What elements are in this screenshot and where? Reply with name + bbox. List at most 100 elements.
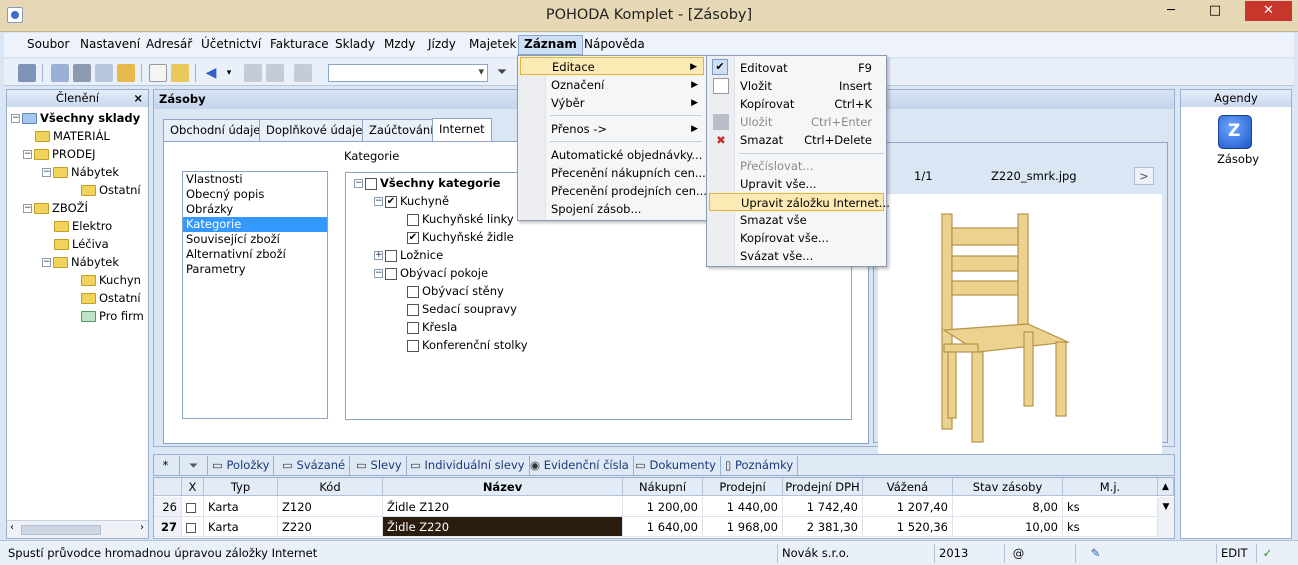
checkbox[interactable] (407, 213, 419, 226)
list-item[interactable]: Související zboží (183, 232, 327, 247)
category-row[interactable]: − ✔ Kuchyně (374, 192, 449, 210)
category-row[interactable]: + Ložnice (374, 246, 443, 264)
menu-napoveda[interactable]: Nápověda (579, 36, 650, 54)
print-icon[interactable] (73, 64, 91, 82)
menu-nastaveni[interactable]: Nastavení (75, 36, 145, 54)
tree-item[interactable]: Ostatní (11, 289, 148, 307)
property-list[interactable]: Vlastnosti Obecný popis Obrázky Kategori… (182, 171, 328, 419)
scroll-up-icon[interactable]: ▲ (1158, 478, 1174, 496)
column-header[interactable]: M.j. (1063, 478, 1158, 496)
list-item[interactable]: Alternativní zboží (183, 247, 327, 262)
filter-icon[interactable]: ⏷ (182, 456, 208, 475)
column-header[interactable]: Stav zásoby (953, 478, 1063, 496)
checkbox[interactable] (365, 177, 377, 190)
tree-item[interactable]: Elektro (11, 217, 148, 235)
vertical-scrollbar[interactable]: ▼ (1158, 497, 1174, 538)
menu-item-smazat-vse[interactable]: Smazat vše (709, 211, 884, 229)
category-row[interactable]: ✔ Kuchyňské židle (407, 228, 514, 246)
tab-evidencni-cisla[interactable]: ◉ Evidenční čísla (528, 456, 634, 475)
filter-icon[interactable]: ⏷ (493, 64, 511, 82)
column-header[interactable]: Kód (278, 478, 383, 496)
tab-internet[interactable]: Internet (432, 118, 492, 142)
tree-item[interactable]: Kuchyn (11, 271, 148, 289)
network-icon[interactable] (51, 64, 69, 82)
tree-item[interactable]: − Všechny sklady (11, 109, 148, 127)
tree-item[interactable]: Léčiva (11, 235, 148, 253)
menu-item-editace[interactable]: Editace ▶ (520, 57, 704, 75)
column-header[interactable]: Vážená (863, 478, 953, 496)
menu-item-upravit-zalozku-internet[interactable]: Upravit záložku Internet... (709, 193, 890, 211)
checkbox[interactable] (407, 285, 419, 298)
checkbox[interactable] (407, 321, 419, 334)
category-row[interactable]: Křesla (407, 318, 457, 336)
save-all-icon[interactable] (266, 64, 284, 82)
menu-fakturace[interactable]: Fakturace (265, 36, 334, 54)
scroll-left-icon[interactable]: ‹ (10, 522, 14, 533)
list-item[interactable]: Obrázky (183, 202, 327, 217)
menu-item-upravit-vse[interactable]: Upravit vše... (709, 175, 884, 193)
menu-majetek[interactable]: Majetek (464, 36, 521, 54)
column-header[interactable]: Typ (204, 478, 278, 496)
horizontal-scrollbar[interactable]: ‹ › (7, 520, 148, 538)
at-icon[interactable]: @ (1004, 544, 1032, 563)
checkbox[interactable] (407, 339, 419, 352)
menu-item-kopirovat[interactable]: Kopírovat Ctrl+K (709, 95, 884, 113)
preview-icon[interactable] (95, 64, 113, 82)
edit-icon[interactable] (171, 64, 189, 82)
tree-item[interactable]: − ZBOŽÍ (11, 199, 148, 217)
column-header[interactable]: Název (383, 478, 623, 496)
menu-item-spojeni-zasob[interactable]: Spojení zásob... (520, 200, 704, 218)
menu-item-automaticke-objednavky[interactable]: Automatické objednávky... (520, 146, 704, 164)
table-cell-selected[interactable]: Židle Z220 (383, 517, 623, 537)
tab-zauctovani[interactable]: Zaúčtování (362, 119, 441, 141)
tab-dokumenty[interactable]: ▭ Dokumenty (633, 456, 721, 475)
menu-sklady[interactable]: Sklady (330, 36, 380, 54)
menu-item-vlozit[interactable]: Vložit Insert (709, 77, 884, 95)
list-item[interactable]: Parametry (183, 262, 327, 277)
minimize-button[interactable]: ─ (1156, 1, 1186, 21)
star-icon[interactable]: * (154, 456, 180, 475)
checkbox-checked[interactable]: ✔ (407, 231, 419, 244)
nav-icon[interactable] (18, 64, 36, 82)
menu-ucetnictvi[interactable]: Účetnictví (196, 36, 266, 54)
menu-item-svazat-vse[interactable]: Svázat vše... (709, 247, 884, 265)
save-icon[interactable] (244, 64, 262, 82)
menu-item-editovat[interactable]: Editovat F9 (709, 59, 884, 77)
tab-slevy[interactable]: ▭ Slevy (354, 456, 407, 475)
checkbox[interactable] (385, 267, 397, 280)
list-item-selected[interactable]: Kategorie (183, 217, 327, 232)
agenda-item-label[interactable]: Zásoby (1217, 152, 1259, 166)
pen-icon[interactable]: ✎ (1075, 544, 1115, 563)
tree-item[interactable]: MATERIÁL (11, 127, 148, 145)
tree-item[interactable]: Ostatní (11, 181, 148, 199)
menu-jizdy[interactable]: Jízdy (423, 36, 461, 54)
category-row[interactable]: Sedací soupravy (407, 300, 517, 318)
tab-doplnkove-udaje[interactable]: Doplňkové údaje (259, 119, 370, 141)
tab-individualni-slevy[interactable]: ▭ Individuální slevy (408, 456, 530, 475)
next-image-button[interactable]: > (1134, 167, 1154, 185)
tab-poznamky[interactable]: ▯ Poznámky (723, 456, 799, 475)
checkbox[interactable] (385, 249, 397, 262)
close-icon[interactable]: × (133, 90, 143, 107)
category-row[interactable]: − Všechny kategorie (354, 174, 501, 192)
menu-item-prenos[interactable]: Přenos -> ▶ (520, 120, 704, 138)
menu-zaznam[interactable]: Záznam (518, 35, 583, 55)
tab-obchodni-udaje[interactable]: Obchodní údaje (163, 119, 268, 141)
menu-item-kopirovat-vse[interactable]: Kopírovat vše... (709, 229, 884, 247)
row-checkbox[interactable] (182, 517, 204, 537)
scroll-thumb[interactable] (21, 525, 101, 535)
menu-item-smazat[interactable]: Smazat Ctrl+Delete (709, 131, 884, 149)
row-checkbox[interactable] (182, 497, 204, 517)
toolbar-combo[interactable] (328, 64, 488, 82)
column-header[interactable]: Prodejní DPH (783, 478, 863, 496)
category-row[interactable]: − Obývací pokoje (374, 264, 488, 282)
scroll-right-icon[interactable]: › (140, 522, 144, 533)
tree-item[interactable]: − PRODEJ (11, 145, 148, 163)
maximize-button[interactable]: □ (1200, 1, 1230, 21)
report-icon[interactable] (117, 64, 135, 82)
category-row[interactable]: Kuchyňské linky (407, 210, 514, 228)
tree-item[interactable]: Pro firm (11, 307, 148, 325)
tree-item[interactable]: − Nábytek (11, 163, 148, 181)
tab-polozky[interactable]: ▭ Položky (210, 456, 275, 475)
menu-item-preceneni-prodejnich[interactable]: Přecenění prodejních cen... (520, 182, 707, 200)
